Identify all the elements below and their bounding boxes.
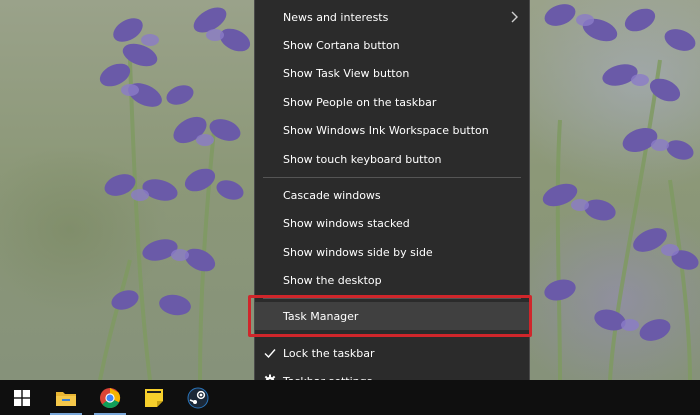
menu-item-show-touch-keyboard[interactable]: Show touch keyboard button (255, 145, 529, 173)
chevron-right-icon (511, 11, 518, 23)
menu-item-cascade-windows[interactable]: Cascade windows (255, 181, 529, 209)
taskbar-context-menu: News and interests Show Cortana button S… (254, 0, 530, 405)
menu-item-label: Show Task View button (283, 66, 410, 80)
task-manager-highlight-box (248, 295, 532, 337)
menu-item-show-windows-side-by-side[interactable]: Show windows side by side (255, 238, 529, 266)
chrome-icon (100, 387, 121, 408)
menu-item-label: News and interests (283, 10, 389, 24)
checkmark-icon (264, 349, 276, 359)
taskbar-chrome[interactable] (88, 380, 132, 415)
menu-item-label: Show Windows Ink Workspace button (283, 123, 489, 137)
menu-separator (263, 177, 521, 178)
taskbar (0, 380, 700, 415)
menu-item-label: Show windows stacked (283, 216, 410, 230)
menu-item-label: Show the desktop (283, 273, 382, 287)
menu-item-label: Show windows side by side (283, 245, 433, 259)
menu-item-label: Cascade windows (283, 188, 381, 202)
taskbar-steam[interactable] (176, 380, 220, 415)
menu-item-label: Lock the taskbar (283, 346, 375, 360)
menu-item-show-desktop[interactable]: Show the desktop (255, 266, 529, 294)
menu-item-show-people[interactable]: Show People on the taskbar (255, 88, 529, 116)
menu-item-lock-taskbar[interactable]: Lock the taskbar (255, 339, 529, 367)
taskbar-file-explorer[interactable] (44, 380, 88, 415)
sticky-notes-icon (145, 388, 163, 407)
menu-item-show-cortana[interactable]: Show Cortana button (255, 31, 529, 59)
windows-logo-icon (14, 389, 30, 406)
folder-icon (56, 391, 76, 406)
start-button[interactable] (0, 380, 44, 415)
menu-item-show-task-view[interactable]: Show Task View button (255, 59, 529, 87)
menu-item-show-ink-workspace[interactable]: Show Windows Ink Workspace button (255, 116, 529, 144)
menu-item-label: Show Cortana button (283, 38, 400, 52)
taskbar-sticky-notes[interactable] (132, 380, 176, 415)
menu-item-label: Show People on the taskbar (283, 95, 437, 109)
menu-item-show-windows-stacked[interactable]: Show windows stacked (255, 209, 529, 237)
menu-item-label: Show touch keyboard button (283, 152, 442, 166)
menu-item-news-and-interests[interactable]: News and interests (255, 3, 529, 31)
steam-icon (187, 387, 209, 408)
